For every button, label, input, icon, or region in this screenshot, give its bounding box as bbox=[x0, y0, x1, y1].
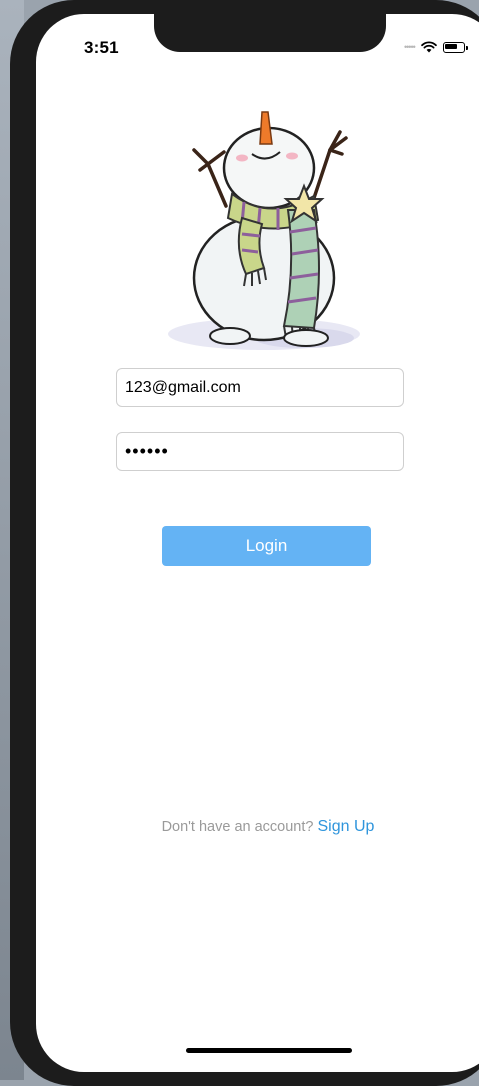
status-icons: ••••• bbox=[404, 38, 468, 56]
app-screen: 3:51 ••••• 123@gmail.com •••••• Login Do… bbox=[36, 14, 479, 1072]
home-indicator[interactable] bbox=[186, 1048, 352, 1053]
wifi-icon bbox=[420, 41, 437, 53]
login-button[interactable]: Login bbox=[162, 526, 371, 566]
signup-row: Don't have an account? Sign Up bbox=[36, 818, 479, 836]
notch bbox=[154, 14, 386, 52]
status-time: 3:51 bbox=[84, 38, 119, 57]
signup-link[interactable]: Sign Up bbox=[318, 818, 375, 835]
snowman-logo bbox=[168, 111, 360, 350]
battery-icon bbox=[442, 41, 468, 53]
email-field[interactable] bbox=[116, 368, 404, 407]
signup-prompt: Don't have an account? bbox=[161, 819, 314, 835]
signal-dots-icon: ••••• bbox=[404, 42, 416, 52]
password-field[interactable] bbox=[116, 432, 404, 471]
phone-frame: 3:51 ••••• 123@gmail.com •••••• Login Do… bbox=[10, 0, 479, 1086]
